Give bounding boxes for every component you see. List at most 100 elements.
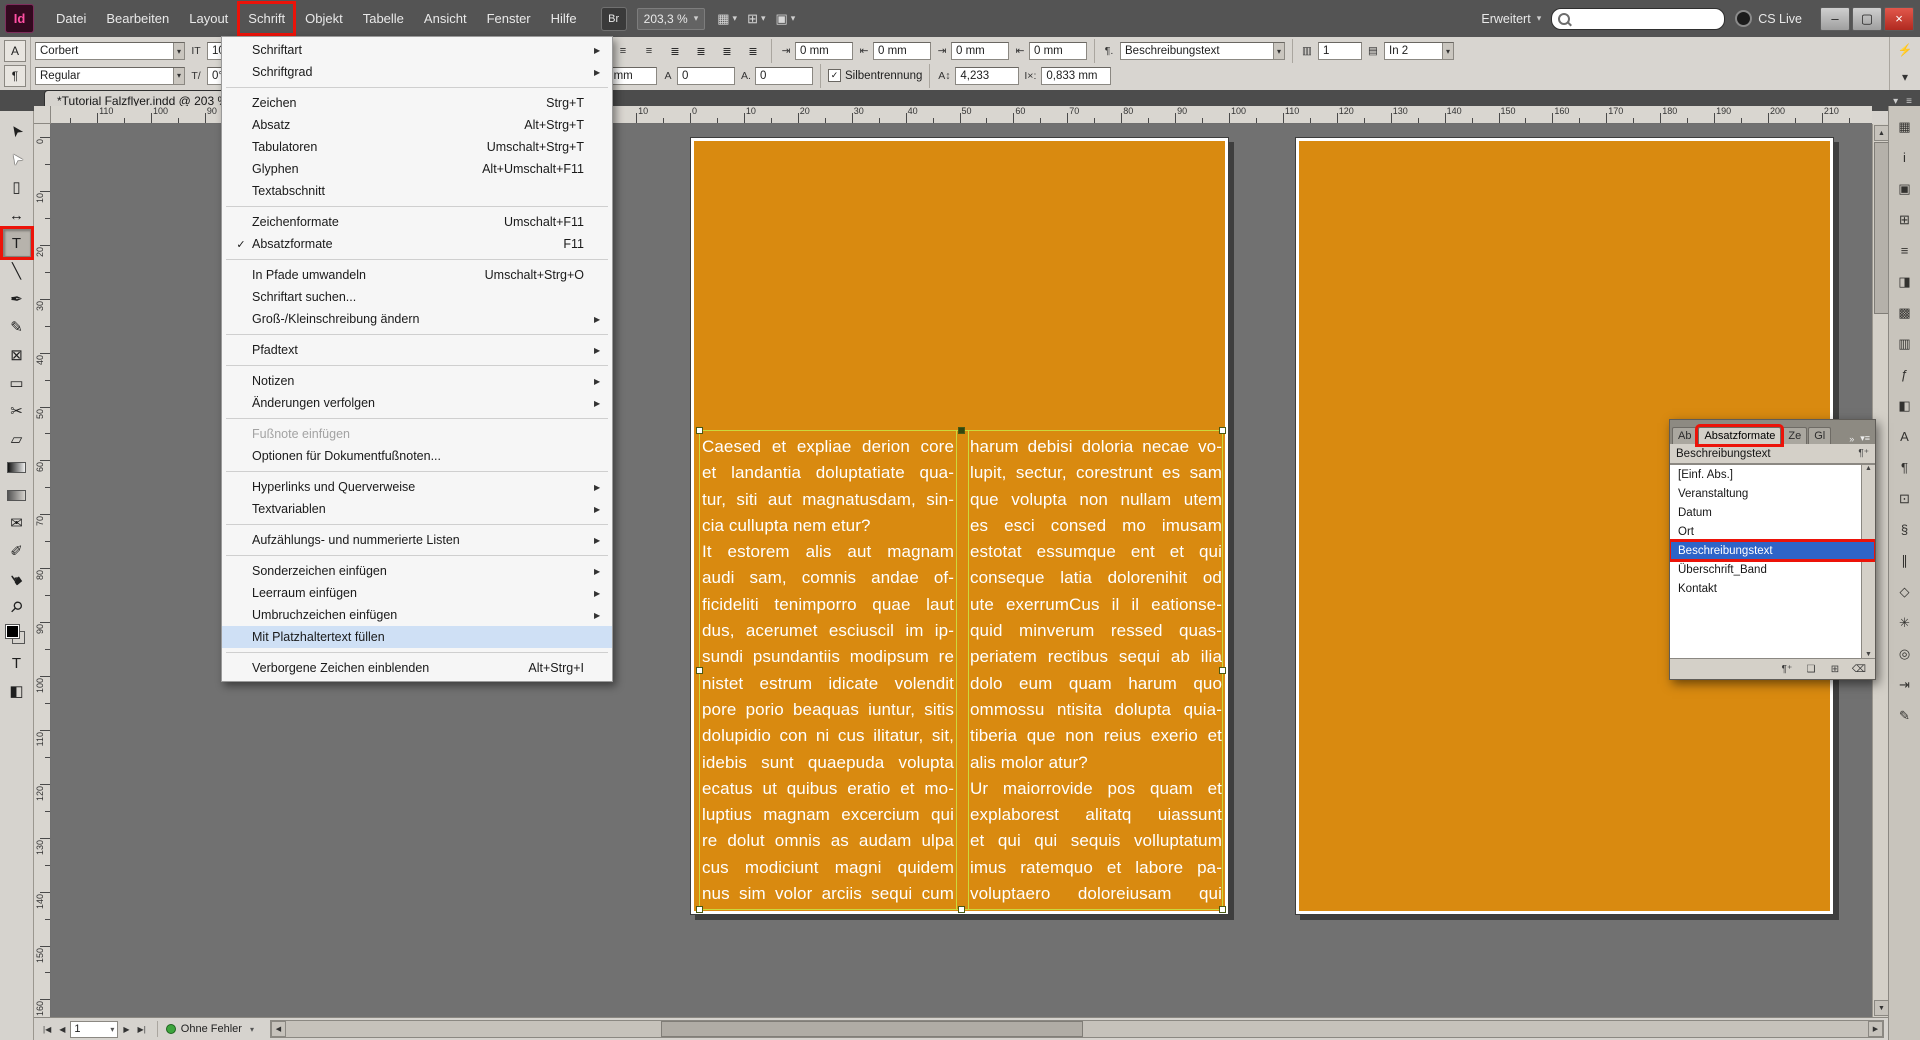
menu-item[interactable]: Zeichenformate Umschalt+F11 (222, 211, 612, 233)
scrollbar-thumb[interactable] (1874, 142, 1889, 314)
pathfinder-panel-icon[interactable]: ◇ (1892, 579, 1918, 604)
search-box[interactable] (1551, 8, 1725, 30)
cs-live-button[interactable]: CS Live (1735, 10, 1802, 27)
menu-item[interactable]: Umbruchzeichen einfügen (222, 604, 612, 626)
menu-item[interactable] (222, 361, 612, 370)
eyedropper-tool[interactable]: ✐ (3, 537, 31, 565)
align-right-button[interactable]: ≡ (638, 41, 660, 62)
panel-menu-icon[interactable]: ▾ (1902, 70, 1908, 84)
workspace-switcher[interactable]: Erweitert▾ (1481, 12, 1541, 26)
menubar-item[interactable]: Tabelle (353, 2, 414, 35)
frame-handle[interactable] (696, 667, 703, 674)
panel-tab[interactable]: Gl (1808, 427, 1831, 444)
formatting-affects-text-button[interactable]: T (3, 649, 31, 677)
menu-item[interactable]: Absatz Alt+Strg+T (222, 114, 612, 136)
info-panel-icon[interactable]: i (1892, 145, 1918, 170)
menu-item[interactable]: Optionen für Dokumentfußnoten... (222, 445, 612, 467)
tabs-panel-icon[interactable]: ⇥ (1892, 672, 1918, 697)
menu-item[interactable]: Leerraum einfügen (222, 582, 612, 604)
menu-item[interactable]: Absatzformate F11 (222, 233, 612, 255)
paragraph-formatting-icon[interactable]: ¶ (4, 65, 26, 87)
first-page-button[interactable]: |◀ (40, 1023, 54, 1036)
menubar-item[interactable]: Hilfe (541, 2, 587, 35)
style-item[interactable]: [Einf. Abs.] (1670, 465, 1875, 484)
menubar-item[interactable]: Ansicht (414, 2, 477, 35)
justify-left-button[interactable]: ≣ (664, 41, 686, 62)
color-panel-icon[interactable]: ◨ (1892, 269, 1918, 294)
previous-page-button[interactable]: ◀ (56, 1023, 68, 1036)
scripts-panel-icon[interactable]: ✎ (1892, 703, 1918, 728)
close-button[interactable]: × (1884, 7, 1914, 31)
menu-item[interactable]: Schriftart suchen... (222, 286, 612, 308)
paragraph-panel-icon[interactable]: ¶ (1892, 455, 1918, 480)
menu-item[interactable]: In Pfade umwandeln Umschalt+Strg+O (222, 264, 612, 286)
menu-item[interactable] (222, 648, 612, 657)
panel-tab[interactable]: Ab (1672, 427, 1697, 444)
grid-guides-button[interactable]: ⊞▾ (747, 11, 765, 27)
transform-panel-icon[interactable]: ✳ (1892, 610, 1918, 635)
rectangle-frame-tool[interactable]: ⊠ (3, 341, 31, 369)
style-item[interactable]: Ort (1670, 522, 1875, 541)
menu-item[interactable]: Glyphen Alt+Umschalt+F11 (222, 158, 612, 180)
glyphs-panel-icon[interactable]: ⊡ (1892, 486, 1918, 511)
story-panel-icon[interactable]: § (1892, 517, 1918, 542)
next-page-button[interactable]: ▶ (120, 1023, 132, 1036)
vertical-ruler[interactable]: 0102030405060708090100110120130140150160 (34, 124, 51, 1017)
panel-scrollbar[interactable] (1861, 465, 1875, 658)
ruler-origin[interactable] (34, 106, 51, 124)
frame-handle[interactable] (958, 427, 965, 434)
menu-item[interactable]: Textabschnitt (222, 180, 612, 202)
stroke-panel-icon[interactable]: ≡ (1892, 238, 1918, 263)
menu-item[interactable]: Änderungen verfolgen (222, 392, 612, 414)
new-style-button[interactable]: ⊞ (1825, 661, 1845, 678)
hyphenation-checkbox[interactable]: Silbentrennung (828, 69, 922, 82)
text-frame[interactable]: Caesed et expliae derion coreet landanti… (699, 430, 1223, 910)
panel-tab[interactable]: Ze (1782, 427, 1807, 444)
search-input[interactable] (1574, 12, 1688, 26)
scroll-down-icon[interactable] (1874, 1000, 1889, 1016)
menu-item[interactable]: Zeichen Strg+T (222, 92, 612, 114)
menubar-item[interactable]: Objekt (295, 2, 353, 35)
font-family-select[interactable]: Corbert (35, 42, 185, 60)
columns-field[interactable]: 1 (1318, 42, 1362, 60)
maximize-button[interactable]: ▢ (1852, 7, 1882, 31)
menu-item[interactable] (222, 414, 612, 423)
frame-handle[interactable] (696, 427, 703, 434)
quick-apply-icon[interactable]: ⚡ (1898, 43, 1913, 57)
gap-tool[interactable]: ↔ (3, 201, 31, 229)
pencil-tool[interactable]: ✎ (3, 313, 31, 341)
menu-item[interactable]: Pfadtext (222, 339, 612, 361)
grid-field[interactable]: 0,833 mm (1041, 67, 1111, 85)
justify-center-button[interactable]: ≣ (690, 41, 712, 62)
preflight-status[interactable]: Ohne Fehler (166, 1023, 254, 1035)
zoom-level-select[interactable]: 203,3 %▾ (637, 8, 706, 30)
menubar-item[interactable]: Datei (46, 2, 96, 35)
fill-stroke-swatch[interactable] (3, 621, 31, 649)
line-tool[interactable]: ╲ (3, 257, 31, 285)
gradient-feather-tool[interactable] (3, 481, 31, 509)
menu-item[interactable]: Hyperlinks und Querverweise (222, 476, 612, 498)
span-columns-select[interactable]: In 2 (1384, 42, 1454, 60)
menu-item[interactable]: Tabulatoren Umschalt+Strg+T (222, 136, 612, 158)
selection-tool[interactable]: ➤ (3, 117, 31, 145)
layers-panel-icon[interactable]: ▣ (1892, 176, 1918, 201)
page-1[interactable]: Caesed et expliae derion coreet landanti… (690, 137, 1229, 915)
menu-item[interactable] (222, 551, 612, 560)
frame-handle[interactable] (958, 906, 965, 913)
menu-item[interactable]: Schriftgrad (222, 61, 612, 83)
menu-item[interactable] (222, 255, 612, 264)
menu-item[interactable]: Verborgene Zeichen einblenden Alt+Strg+I (222, 657, 612, 679)
style-item[interactable]: Datum (1670, 503, 1875, 522)
menu-item[interactable]: Mit Platzhaltertext füllen (222, 626, 612, 648)
character-formatting-icon[interactable]: A (4, 40, 26, 62)
delete-style-button[interactable]: ⌫ (1849, 661, 1869, 678)
bridge-button[interactable]: Br (601, 7, 627, 31)
frame-handle[interactable] (1219, 667, 1226, 674)
clear-overrides-button[interactable]: ¶⁺ (1777, 661, 1797, 678)
align-panel-icon[interactable]: ∥ (1892, 548, 1918, 573)
style-item[interactable]: Veranstaltung (1670, 484, 1875, 503)
style-item[interactable]: Kontakt (1670, 579, 1875, 598)
text-wrap-panel-icon[interactable]: ◎ (1892, 641, 1918, 666)
page-tool[interactable]: ▯ (3, 173, 31, 201)
menu-item[interactable] (222, 202, 612, 211)
